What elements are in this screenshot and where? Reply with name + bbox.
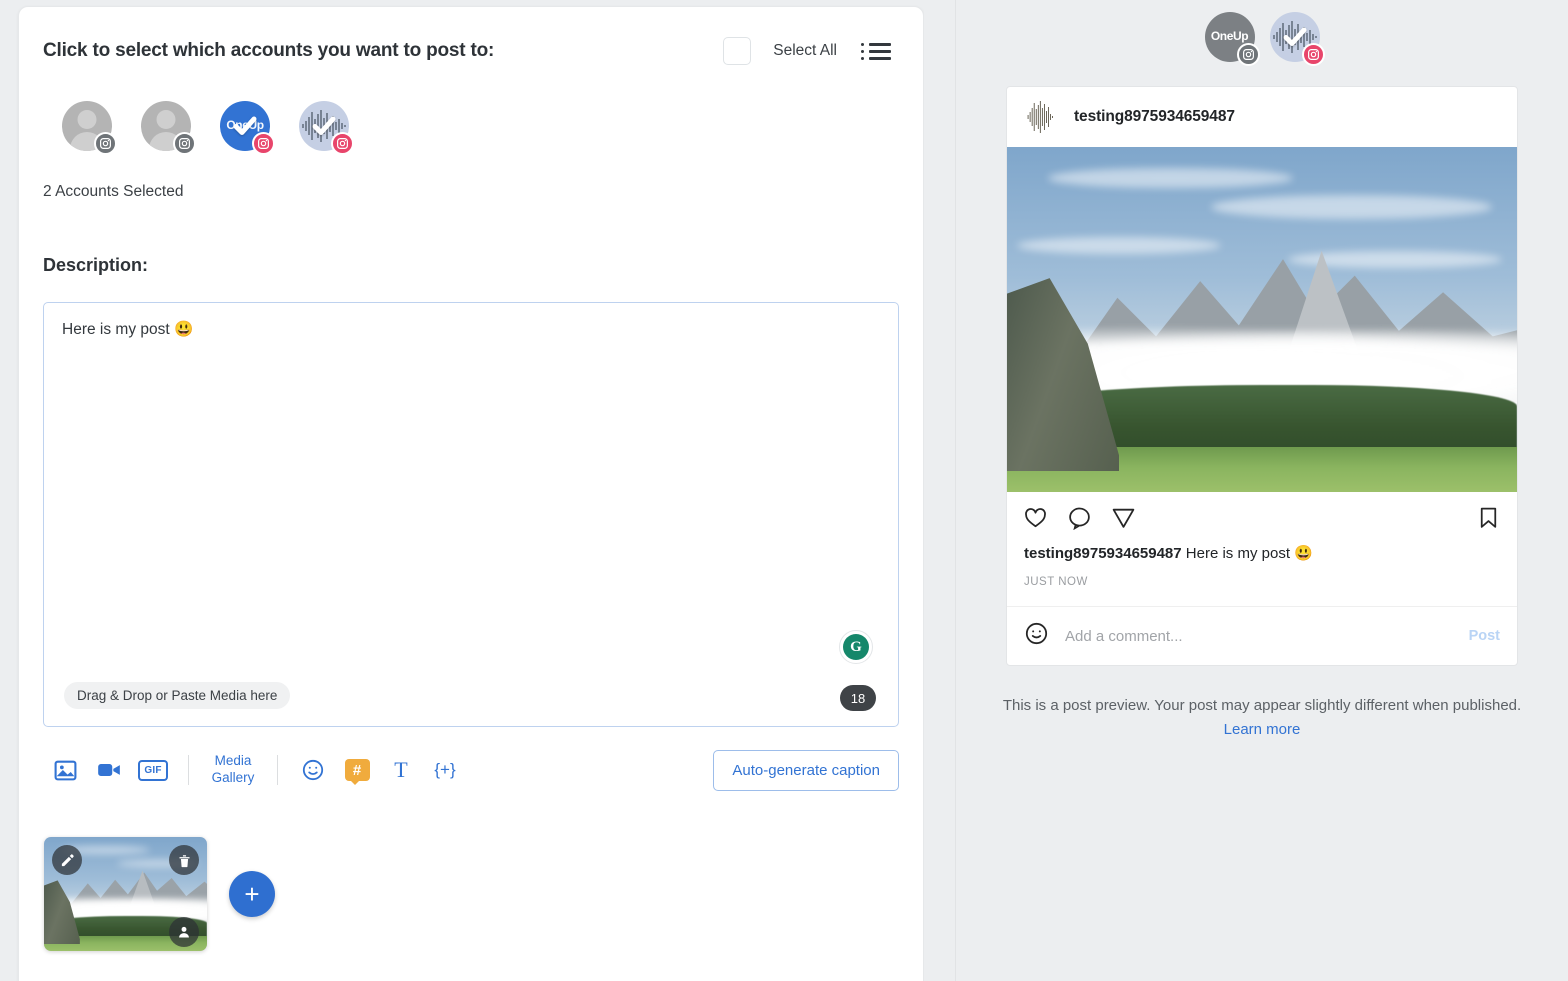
instagram-post-preview: testing8975934659487 testing897593465948… — [1006, 86, 1518, 667]
variable-icon[interactable]: {+} — [423, 750, 467, 790]
auto-generate-caption-button[interactable]: Auto-generate caption — [713, 749, 899, 791]
post-header: testing8975934659487 — [1007, 87, 1517, 147]
emoji-icon[interactable] — [291, 750, 335, 790]
bookmark-icon[interactable] — [1476, 505, 1501, 530]
post-avatar — [1024, 100, 1058, 134]
grammarly-letter: G — [843, 634, 869, 660]
variable-label: {+} — [434, 760, 456, 779]
hashtag-icon[interactable]: # — [335, 750, 379, 790]
media-gallery-button[interactable]: Media Gallery — [202, 753, 264, 787]
instagram-badge-icon — [94, 132, 117, 155]
heart-icon[interactable] — [1023, 505, 1048, 530]
list-view-icon[interactable] — [859, 41, 893, 62]
caption-text: Here is my post 😃 — [1185, 545, 1313, 562]
image-icon[interactable] — [43, 750, 87, 790]
post-username[interactable]: testing8975934659487 — [1074, 108, 1235, 126]
oneup-logo-text: OneUp — [1210, 29, 1249, 43]
description-label: Description: — [43, 255, 149, 275]
preview-avatar-testing[interactable] — [1269, 12, 1325, 66]
share-paper-plane-icon[interactable] — [1111, 505, 1136, 530]
post-image — [1007, 147, 1517, 492]
waveform-icon — [1027, 101, 1053, 133]
description-textarea[interactable]: Here is my post 😃 Drag & Drop or Paste M… — [43, 302, 899, 727]
drag-drop-hint: Drag & Drop or Paste Media here — [64, 682, 291, 709]
edit-pencil-icon[interactable] — [52, 845, 82, 875]
instagram-badge-icon — [331, 132, 354, 155]
account-avatar-1[interactable] — [62, 101, 117, 155]
comment-icon[interactable] — [1067, 505, 1092, 530]
text-format-icon[interactable]: T — [379, 750, 423, 790]
page-title: Click to select which accounts you want … — [43, 40, 495, 61]
post-caption: testing8975934659487 Here is my post 😃 — [1007, 536, 1517, 564]
instagram-badge-icon — [1301, 43, 1325, 66]
preview-avatar-oneup[interactable]: OneUp — [1204, 12, 1260, 66]
account-avatar-4-selected[interactable] — [299, 101, 354, 155]
trash-icon[interactable] — [169, 845, 199, 875]
app-root: Click to select which accounts you want … — [0, 0, 1568, 981]
media-gallery-line2: Gallery — [211, 770, 255, 785]
post-action-bar — [1007, 492, 1517, 536]
gif-label: GIF — [138, 759, 168, 781]
account-avatar-2[interactable] — [141, 101, 196, 155]
comment-input[interactable]: Add a comment... — [1065, 628, 1453, 645]
instagram-badge-icon — [1236, 43, 1260, 66]
description-value: Here is my post 😃 — [62, 321, 194, 338]
character-counter: 18 — [840, 685, 876, 711]
toolbar-divider — [188, 755, 189, 785]
media-gallery-line1: Media — [214, 753, 252, 769]
preview-disclaimer: This is a post preview. Your post may ap… — [982, 694, 1542, 742]
hashtag-label: # — [344, 759, 370, 785]
gif-icon[interactable]: GIF — [131, 750, 175, 790]
media-attachments: + — [43, 837, 899, 951]
post-timestamp: JUST NOW — [1024, 576, 1088, 589]
tag-person-icon[interactable] — [169, 917, 199, 947]
select-all-checkbox[interactable] — [723, 37, 752, 65]
preview-account-switcher: OneUp — [1204, 12, 1325, 66]
instagram-badge-icon — [173, 132, 196, 155]
composer-header: Click to select which accounts you want … — [43, 37, 899, 65]
post-comment-button[interactable]: Post — [1469, 628, 1500, 644]
selected-accounts-count: 2 Accounts Selected — [43, 183, 184, 200]
preview-panel: OneUp testing8975934659487 testing897593… — [956, 0, 1568, 981]
caption-username: testing8975934659487 — [1024, 545, 1182, 562]
emoji-icon[interactable] — [1024, 621, 1049, 651]
comment-row: Add a comment... Post — [1007, 606, 1517, 665]
composer-header-controls: Select All — [723, 37, 899, 65]
account-avatar-3-selected[interactable]: OneUp — [220, 101, 275, 155]
grammarly-icon[interactable]: G — [839, 630, 873, 664]
media-thumbnail[interactable] — [44, 837, 207, 951]
toolbar-divider-2 — [277, 755, 278, 785]
panel-divider — [924, 0, 956, 981]
video-icon[interactable] — [87, 750, 131, 790]
add-media-button[interactable]: + — [229, 871, 275, 917]
instagram-badge-icon — [252, 132, 275, 155]
select-all-label: Select All — [773, 42, 837, 59]
account-avatar-list: OneUp — [43, 101, 899, 155]
left-rail — [0, 0, 18, 981]
composer-toolbar: GIF Media Gallery # T {+} Auto-generate … — [43, 747, 899, 793]
text-label: T — [394, 757, 408, 782]
learn-more-link[interactable]: Learn more — [1224, 721, 1301, 738]
disclaimer-text: This is a post preview. Your post may ap… — [1002, 697, 1522, 715]
composer-card: Click to select which accounts you want … — [18, 6, 924, 981]
